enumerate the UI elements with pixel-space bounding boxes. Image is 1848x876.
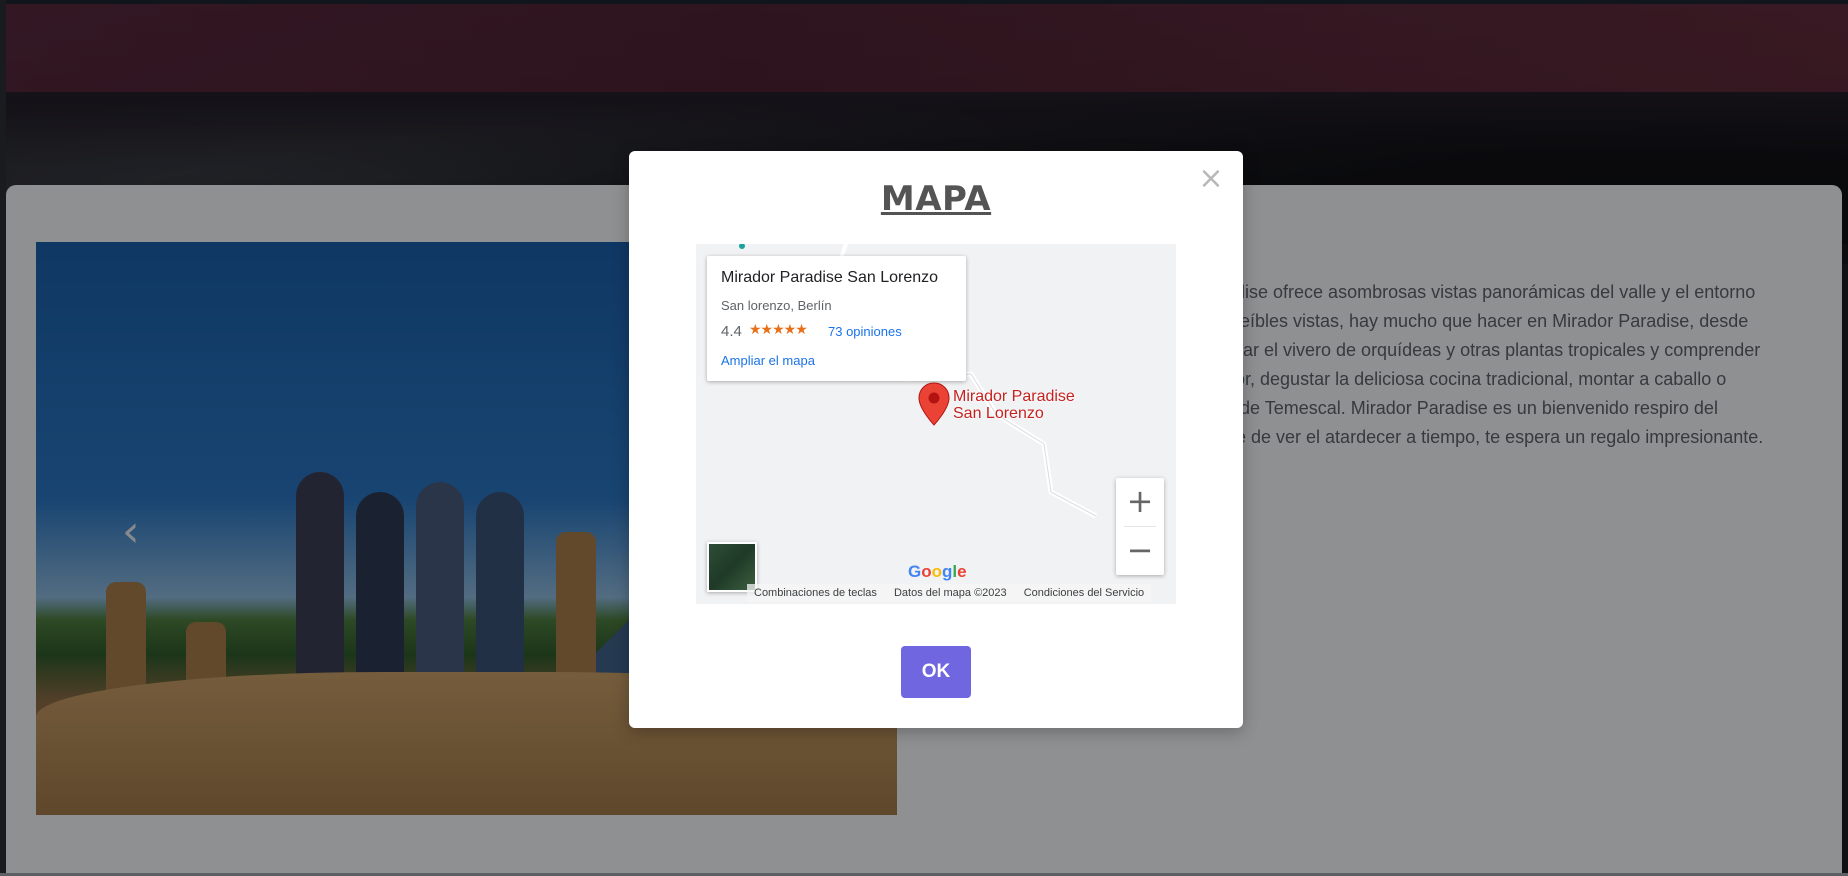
zoom-in-button[interactable]: + [1116, 478, 1164, 526]
rating-stars-icon: ★★★★★ [749, 321, 808, 337]
map-modal: × MAPA Mirador Paradise San Lorenzo San … [629, 151, 1243, 728]
page: ‹ adise ofrece asombrosas vistas panorám… [0, 0, 1848, 876]
place-address: San lorenzo, Berlín [721, 298, 832, 313]
pin-label-line: San Lorenzo [953, 405, 1044, 422]
pin-label: Mirador Paradise San Lorenzo [953, 388, 1075, 422]
ok-button[interactable]: OK [901, 646, 971, 698]
zoom-controls: + − [1116, 478, 1164, 575]
pin-label-line: Mirador Paradise [953, 388, 1075, 405]
map-data-text: Datos del mapa ©2023 [893, 587, 1007, 599]
place-name: Mirador Paradise San Lorenzo [721, 269, 939, 286]
terms-link[interactable]: Condiciones del Servicio [1017, 584, 1151, 602]
reviews-link[interactable]: 73 opiniones [828, 324, 902, 339]
embedded-map[interactable]: Mirador Paradise San Lorenzo San lorenzo… [696, 244, 1176, 604]
google-logo: Google [908, 562, 967, 581]
place-rating: 4.4 [721, 323, 742, 340]
expand-map-link[interactable]: Ampliar el mapa [721, 353, 815, 368]
keyboard-shortcuts-link[interactable]: Combinaciones de teclas [747, 584, 884, 602]
zoom-out-button[interactable]: − [1116, 527, 1164, 575]
map-pin-icon[interactable] [918, 382, 950, 426]
map-footer: Combinaciones de teclas Datos del mapa ©… [747, 584, 1152, 602]
place-info-card: Mirador Paradise San Lorenzo San lorenzo… [707, 256, 966, 381]
modal-title: MAPA [880, 179, 992, 219]
